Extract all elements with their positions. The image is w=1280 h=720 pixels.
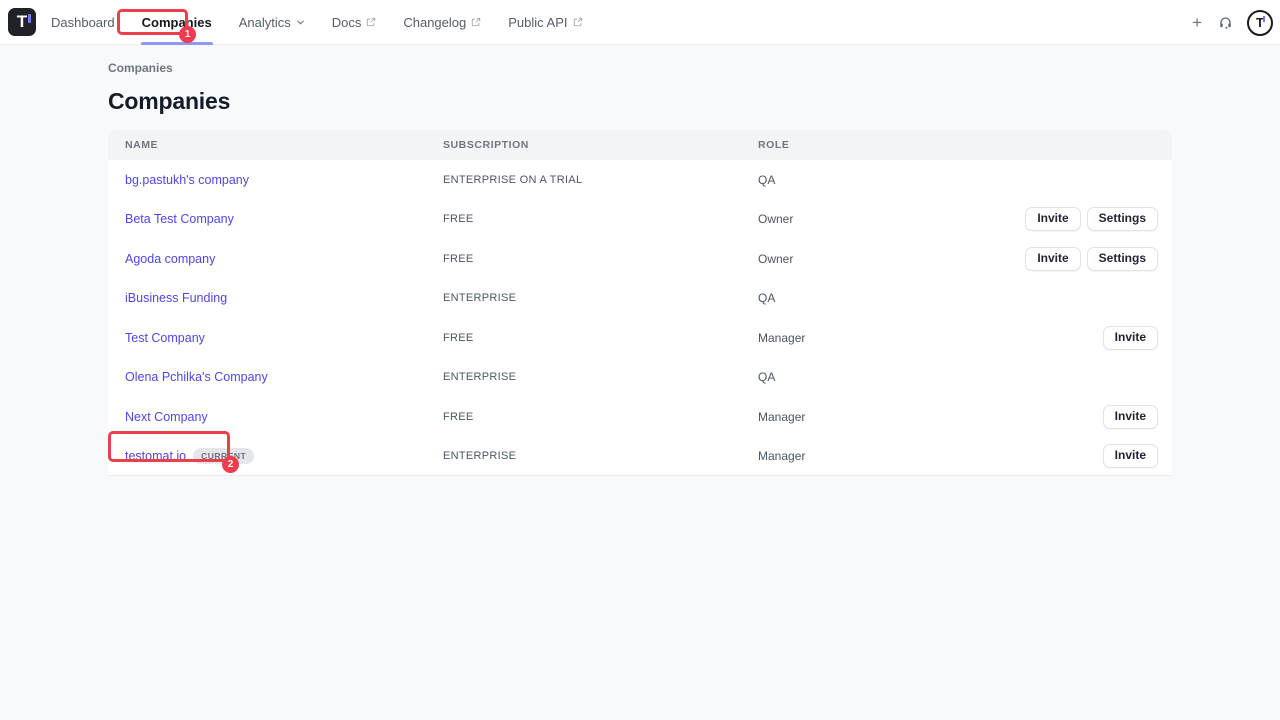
app-logo[interactable]: T xyxy=(8,8,36,36)
role-value: Manager xyxy=(758,449,1103,463)
company-link-testomat-io[interactable]: testomat.io xyxy=(125,449,186,463)
nav-label-changelog: Changelog xyxy=(403,15,466,30)
logo-accent xyxy=(28,14,31,23)
table-row-current-company: testomat.io CURRENT ENTERPRISE Manager I… xyxy=(108,437,1172,477)
table-row: iBusiness Funding ENTERPRISE QA xyxy=(108,279,1172,319)
company-link[interactable]: Test Company xyxy=(125,331,205,345)
companies-table: NAME SUBSCRIPTION ROLE bg.pastukh's comp… xyxy=(108,130,1172,476)
nav-item-dashboard[interactable]: Dashboard xyxy=(50,0,116,45)
company-link[interactable]: bg.pastukh's company xyxy=(125,173,249,187)
invite-button[interactable]: Invite xyxy=(1025,207,1080,231)
external-link-icon xyxy=(471,17,481,27)
role-value: Manager xyxy=(758,331,1103,345)
subscription-value: ENTERPRISE xyxy=(443,450,758,462)
main-content: Companies Companies NAME SUBSCRIPTION RO… xyxy=(0,45,1280,476)
role-value: Manager xyxy=(758,410,1103,424)
subscription-value: FREE xyxy=(443,213,758,225)
top-navigation-bar: T Dashboard Companies Analytics Docs Cha… xyxy=(0,0,1280,45)
role-value: QA xyxy=(758,173,1158,187)
invite-button[interactable]: Invite xyxy=(1103,326,1158,350)
invite-button[interactable]: Invite xyxy=(1103,444,1158,468)
company-link[interactable]: Olena Pchilka's Company xyxy=(125,370,268,384)
nav-item-docs[interactable]: Docs xyxy=(331,0,378,45)
nav-label-analytics: Analytics xyxy=(239,15,291,30)
table-row: Olena Pchilka's Company ENTERPRISE QA xyxy=(108,358,1172,398)
add-plus-icon[interactable]: + xyxy=(1190,12,1204,33)
subscription-value: FREE xyxy=(443,411,758,423)
role-value: QA xyxy=(758,291,1158,305)
avatar-logo-accent xyxy=(1263,16,1265,22)
active-tab-underline xyxy=(141,42,213,45)
nav-label-dashboard: Dashboard xyxy=(51,15,115,30)
chevron-down-icon xyxy=(296,18,305,27)
nav-label-public-api: Public API xyxy=(508,15,567,30)
subscription-value: ENTERPRISE xyxy=(443,371,758,383)
subscription-value: ENTERPRISE ON A TRIAL xyxy=(443,174,758,186)
external-link-icon xyxy=(573,17,583,27)
subscription-value: FREE xyxy=(443,332,758,344)
table-row: Next Company FREE Manager Invite xyxy=(108,397,1172,437)
role-value: QA xyxy=(758,370,1158,384)
column-header-subscription: SUBSCRIPTION xyxy=(443,139,758,151)
user-avatar[interactable]: T xyxy=(1247,10,1273,36)
support-headset-icon[interactable] xyxy=(1218,15,1233,30)
subscription-value: ENTERPRISE xyxy=(443,292,758,304)
settings-button[interactable]: Settings xyxy=(1087,247,1158,271)
nav-item-analytics[interactable]: Analytics xyxy=(238,0,306,45)
topbar-right-actions: + T xyxy=(1190,0,1273,45)
table-header-row: NAME SUBSCRIPTION ROLE xyxy=(108,130,1172,160)
page-title: Companies xyxy=(108,88,1172,115)
nav-item-public-api[interactable]: Public API xyxy=(507,0,583,45)
table-row: bg.pastukh's company ENTERPRISE ON A TRI… xyxy=(108,160,1172,200)
settings-button[interactable]: Settings xyxy=(1087,207,1158,231)
invite-button[interactable]: Invite xyxy=(1103,405,1158,429)
nav-label-docs: Docs xyxy=(332,15,362,30)
nav-label-companies: Companies xyxy=(142,15,212,30)
breadcrumb[interactable]: Companies xyxy=(108,61,1172,75)
company-link[interactable]: Beta Test Company xyxy=(125,212,234,226)
main-nav: Dashboard Companies Analytics Docs Chang… xyxy=(50,0,609,45)
external-link-icon xyxy=(366,17,376,27)
subscription-value: FREE xyxy=(443,253,758,265)
column-header-role: ROLE xyxy=(758,139,1158,151)
role-value: Owner xyxy=(758,212,1025,226)
table-row: Agoda company FREE Owner Invite Settings xyxy=(108,239,1172,279)
current-company-badge: CURRENT xyxy=(193,448,254,465)
invite-button[interactable]: Invite xyxy=(1025,247,1080,271)
company-link[interactable]: Agoda company xyxy=(125,252,215,266)
role-value: Owner xyxy=(758,252,1025,266)
logo-letter: T xyxy=(17,13,27,30)
company-link[interactable]: Next Company xyxy=(125,410,208,424)
column-header-name: NAME xyxy=(125,139,443,151)
nav-item-companies[interactable]: Companies xyxy=(141,0,213,45)
table-row: Beta Test Company FREE Owner Invite Sett… xyxy=(108,200,1172,240)
table-row: Test Company FREE Manager Invite xyxy=(108,318,1172,358)
company-link[interactable]: iBusiness Funding xyxy=(125,291,227,305)
nav-item-changelog[interactable]: Changelog xyxy=(402,0,482,45)
